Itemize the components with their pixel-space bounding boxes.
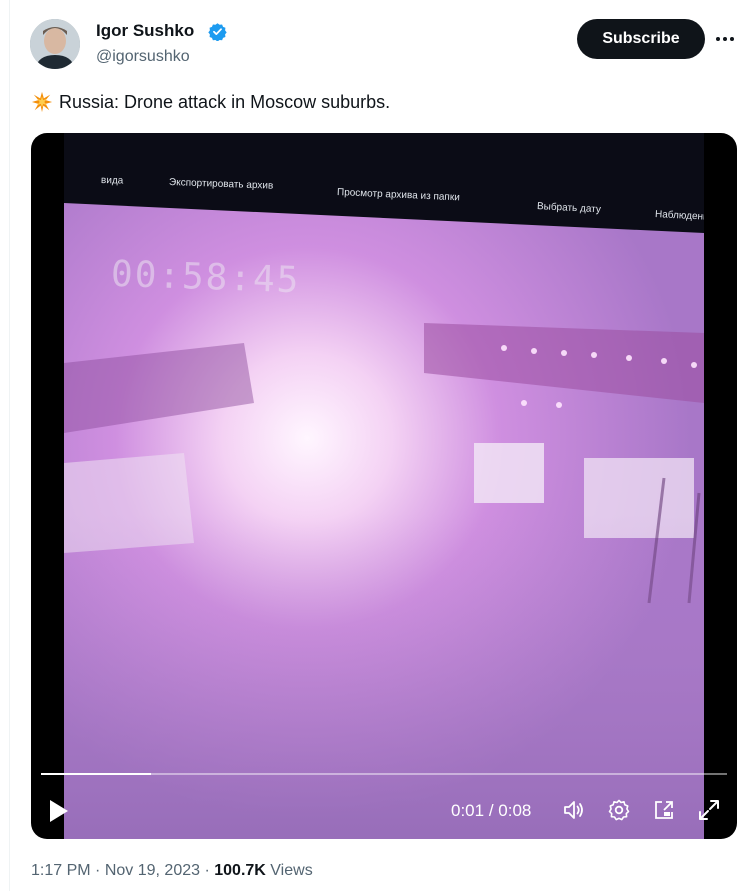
video-frame: вида Экспортировать архив Просмотр архив… bbox=[64, 133, 704, 839]
play-icon[interactable] bbox=[47, 798, 71, 824]
time-separator: / bbox=[488, 801, 499, 820]
video-time: 0:01 / 0:08 bbox=[451, 801, 531, 821]
fullscreen-icon[interactable] bbox=[697, 798, 721, 822]
video-progress-fill bbox=[41, 773, 151, 775]
tweet-date[interactable]: Nov 19, 2023 bbox=[105, 862, 200, 879]
current-time: 0:01 bbox=[451, 801, 485, 820]
video-controls: 0:01 / 0:08 bbox=[31, 785, 737, 835]
recorder-toolbar: вида Экспортировать архив Просмотр архив… bbox=[97, 161, 704, 223]
video-progress-bar[interactable] bbox=[41, 773, 727, 775]
settings-icon[interactable] bbox=[607, 798, 631, 822]
author-handle[interactable]: @igorsushko bbox=[96, 46, 190, 68]
tweet-time[interactable]: 1:17 PM bbox=[31, 862, 91, 879]
verified-badge-icon bbox=[208, 23, 227, 41]
duration: 0:08 bbox=[498, 801, 532, 820]
timeline-border bbox=[9, 0, 10, 891]
toolbar-item-monitoring: Наблюдение bbox=[654, 209, 704, 224]
pop-out-icon[interactable] bbox=[652, 798, 676, 822]
meta-separator: · bbox=[95, 862, 101, 879]
avatar[interactable] bbox=[30, 19, 80, 69]
tweet-metadata: 1:17 PM · Nov 19, 2023 · 100.7K Views bbox=[31, 862, 313, 880]
toolbar-item-select-date: Выбрать дату bbox=[536, 201, 602, 216]
views-label: Views bbox=[270, 862, 313, 879]
collision-icon bbox=[31, 91, 53, 113]
toolbar-item-view: вида bbox=[100, 175, 124, 187]
views-count: 100.7K bbox=[214, 862, 266, 879]
cctv-timestamp: 00:58:45 bbox=[110, 253, 302, 302]
toolbar-item-export-archive: Экспортировать архив bbox=[168, 177, 274, 192]
toolbar-item-view-archive-folder: Просмотр архива из папки bbox=[336, 187, 461, 204]
tweet-text: Russia: Drone attack in Moscow suburbs. bbox=[31, 89, 390, 115]
subscribe-button[interactable]: Subscribe bbox=[577, 19, 705, 59]
meta-separator-2: · bbox=[204, 862, 210, 879]
tweet-body: Russia: Drone attack in Moscow suburbs. bbox=[59, 92, 391, 112]
more-options-button[interactable] bbox=[712, 26, 738, 52]
volume-icon[interactable] bbox=[562, 798, 586, 822]
video-player[interactable]: вида Экспортировать архив Просмотр архив… bbox=[31, 133, 737, 839]
author-name[interactable]: Igor Sushko bbox=[96, 20, 194, 42]
more-horizontal-icon bbox=[716, 37, 734, 41]
